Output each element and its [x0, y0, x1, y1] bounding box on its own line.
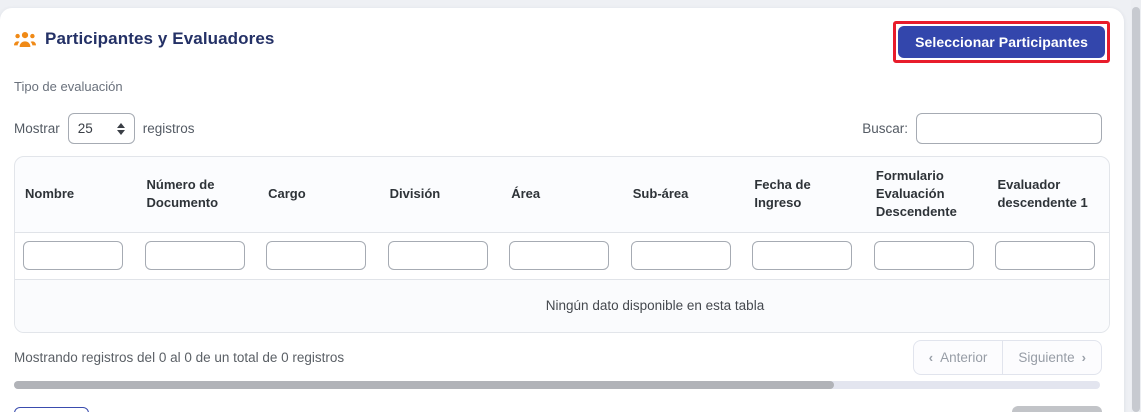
filter-input-nombre[interactable]	[23, 241, 123, 270]
filter-input-area[interactable]	[509, 241, 609, 270]
chevron-left-icon: ‹	[929, 350, 933, 365]
page-title: Participantes y Evaluadores	[45, 29, 274, 49]
horizontal-scrollbar-track[interactable]	[14, 381, 1100, 389]
previous-label: Anterior	[940, 350, 987, 365]
participants-card: Participantes y Evaluadores Seleccionar …	[0, 8, 1124, 412]
card-header: Participantes y Evaluadores Seleccionar …	[14, 21, 1110, 63]
search-control: Buscar:	[862, 113, 1102, 144]
column-header-nombre[interactable]: Nombre	[15, 157, 137, 232]
filter-input-evaluador-descendente[interactable]	[995, 241, 1095, 270]
pagination: ‹ Anterior Siguiente ›	[913, 340, 1102, 375]
column-header-formulario-evaluacion[interactable]: Formulario Evaluación Descendente	[866, 157, 988, 232]
table-controls: Mostrar 25 registros Buscar:	[14, 113, 1110, 144]
next-page-button[interactable]: Siguiente ›	[1002, 340, 1102, 375]
title-group: Participantes y Evaluadores	[14, 21, 274, 49]
page-size-control: Mostrar 25 registros	[14, 113, 195, 144]
records-label: registros	[143, 121, 195, 136]
records-info-text: Mostrando registros del 0 al 0 de un tot…	[14, 350, 344, 365]
participants-table: Nombre Número de Documento Cargo Divisió…	[14, 156, 1110, 333]
horizontal-scrollbar-thumb[interactable]	[14, 381, 834, 389]
chevron-right-icon: ›	[1082, 350, 1086, 365]
next-label: Siguiente	[1018, 350, 1074, 365]
action-buttons: Volver Guardar	[14, 406, 1110, 412]
filter-input-cargo[interactable]	[266, 241, 366, 270]
column-header-sub-area[interactable]: Sub-área	[623, 157, 745, 232]
select-arrows-icon	[117, 123, 125, 135]
page-size-value: 25	[78, 121, 93, 136]
column-header-numero-documento[interactable]: Número de Documento	[137, 157, 259, 232]
back-button[interactable]: Volver	[14, 407, 89, 412]
previous-page-button[interactable]: ‹ Anterior	[913, 340, 1003, 375]
search-label: Buscar:	[862, 121, 908, 136]
filter-input-sub-area[interactable]	[631, 241, 731, 270]
annotation-highlight-box: Seleccionar Participantes	[893, 21, 1110, 63]
table-filter-row	[15, 233, 1109, 280]
empty-table-message: Ningún dato disponible en esta tabla	[546, 298, 764, 313]
column-header-division[interactable]: División	[380, 157, 502, 232]
search-input[interactable]	[916, 113, 1102, 144]
page: Participantes y Evaluadores Seleccionar …	[0, 0, 1141, 412]
table-empty-row: Ningún dato disponible en esta tabla	[15, 280, 1109, 332]
column-header-evaluador-descendente[interactable]: Evaluador descendente 1	[987, 157, 1109, 232]
save-button[interactable]: Guardar	[1012, 406, 1102, 412]
column-header-fecha-ingreso[interactable]: Fecha de Ingreso	[744, 157, 866, 232]
table-footer: Mostrando registros del 0 al 0 de un tot…	[14, 340, 1110, 375]
filter-input-numero-documento[interactable]	[145, 241, 245, 270]
column-header-cargo[interactable]: Cargo	[258, 157, 380, 232]
filter-input-fecha-ingreso[interactable]	[752, 241, 852, 270]
filter-input-formulario-evaluacion[interactable]	[874, 241, 974, 270]
users-icon	[14, 31, 36, 48]
select-participants-button[interactable]: Seleccionar Participantes	[898, 26, 1105, 58]
vertical-scrollbar-track[interactable]	[1131, 0, 1141, 412]
table-header-row: Nombre Número de Documento Cargo Divisió…	[15, 157, 1109, 233]
show-label: Mostrar	[14, 121, 60, 136]
column-header-area[interactable]: Área	[501, 157, 623, 232]
filter-input-division[interactable]	[388, 241, 488, 270]
page-size-select[interactable]: 25	[68, 113, 135, 144]
evaluation-type-label: Tipo de evaluación	[14, 79, 1110, 94]
vertical-scrollbar-thumb[interactable]	[1132, 7, 1140, 412]
